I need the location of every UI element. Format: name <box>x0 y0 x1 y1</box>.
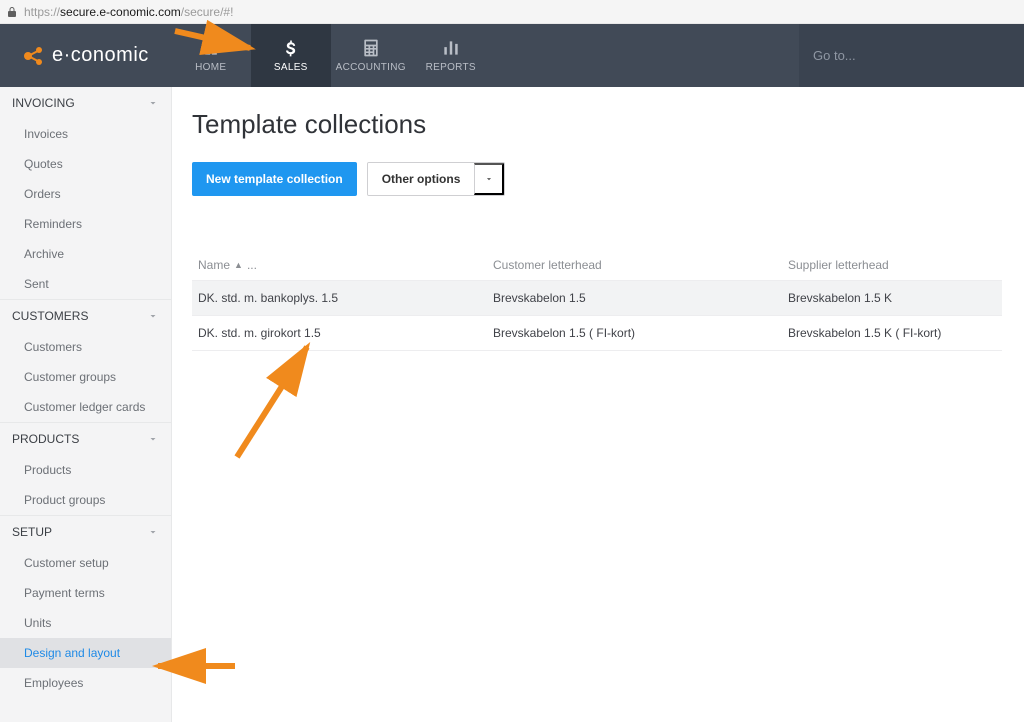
brand-mark-icon <box>22 44 46 68</box>
sidebar-group-invoicing[interactable]: INVOICING <box>0 87 171 119</box>
chevron-down-icon <box>147 310 159 322</box>
cell-customer-letterhead: Brevskabelon 1.5 <box>487 280 782 315</box>
sidebar-group-setup[interactable]: SETUP <box>0 516 171 548</box>
table-row[interactable]: DK. std. m. bankoplys. 1.5 Brevskabelon … <box>192 280 1002 315</box>
nav-label-reports: REPORTS <box>426 62 476 73</box>
chevron-down-icon <box>147 526 159 538</box>
search-input[interactable] <box>813 48 1024 63</box>
new-template-collection-button[interactable]: New template collection <box>192 162 357 196</box>
sidebar-item-quotes[interactable]: Quotes <box>0 149 171 179</box>
sidebar-item-sent[interactable]: Sent <box>0 269 171 299</box>
other-options-button[interactable]: Other options <box>368 163 475 195</box>
chevron-down-icon <box>484 172 494 187</box>
other-options-split-button: Other options <box>367 162 506 196</box>
nav-items: HOME SALES ACCOUNTING REPORTS <box>171 24 491 87</box>
column-header-customer-letterhead[interactable]: Customer letterhead <box>487 250 782 280</box>
sidebar-item-customers[interactable]: Customers <box>0 332 171 362</box>
sidebar-item-design-and-layout[interactable]: Design and layout <box>0 638 171 668</box>
sidebar-item-units[interactable]: Units <box>0 608 171 638</box>
cell-name: DK. std. m. girokort 1.5 <box>192 315 487 351</box>
global-search[interactable] <box>799 24 1024 87</box>
column-header-name[interactable]: Name ▲ ... <box>192 250 487 280</box>
page-title: Template collections <box>192 109 1002 140</box>
cell-supplier-letterhead: Brevskabelon 1.5 K ( FI-kort) <box>782 315 1002 351</box>
sidebar-group-title: PRODUCTS <box>12 432 79 446</box>
annotation-arrow-icon <box>232 337 322 472</box>
sidebar-item-products[interactable]: Products <box>0 455 171 485</box>
home-icon <box>201 38 221 58</box>
lock-icon <box>6 6 18 18</box>
nav-item-home[interactable]: HOME <box>171 24 251 87</box>
browser-url[interactable]: https://secure.e-conomic.com/secure/#! <box>24 5 233 19</box>
nav-item-accounting[interactable]: ACCOUNTING <box>331 24 411 87</box>
dollar-icon <box>281 38 301 58</box>
sidebar-item-archive[interactable]: Archive <box>0 239 171 269</box>
main-content: Template collections New template collec… <box>172 87 1024 722</box>
brand-name: e·conomic <box>52 44 149 67</box>
nav-item-sales[interactable]: SALES <box>251 24 331 87</box>
chevron-down-icon <box>147 97 159 109</box>
browser-address-bar: https://secure.e-conomic.com/secure/#! <box>0 0 1024 24</box>
nav-item-reports[interactable]: REPORTS <box>411 24 491 87</box>
sidebar-group-title: CUSTOMERS <box>12 309 88 323</box>
bars-icon <box>441 38 461 58</box>
toolbar: New template collection Other options <box>192 162 1002 196</box>
url-path: /secure/#! <box>181 5 234 19</box>
sidebar-item-employees[interactable]: Employees <box>0 668 171 698</box>
cell-supplier-letterhead: Brevskabelon 1.5 K <box>782 280 1002 315</box>
url-scheme: https:// <box>24 5 60 19</box>
nav-label-home: HOME <box>195 62 226 73</box>
chevron-down-icon <box>147 433 159 445</box>
calculator-icon <box>361 38 381 58</box>
sidebar-item-product-groups[interactable]: Product groups <box>0 485 171 515</box>
cell-name: DK. std. m. bankoplys. 1.5 <box>192 280 487 315</box>
top-nav: e·conomic HOME SALES ACCOUNTING REPORTS <box>0 24 1024 87</box>
sidebar-item-orders[interactable]: Orders <box>0 179 171 209</box>
template-collections-table: Name ▲ ... Customer letterhead Supplier … <box>192 250 1002 351</box>
sidebar-item-payment-terms[interactable]: Payment terms <box>0 578 171 608</box>
sidebar-group-title: INVOICING <box>12 96 75 110</box>
sidebar: INVOICING Invoices Quotes Orders Reminde… <box>0 87 172 722</box>
column-header-name-label: Name <box>198 258 230 272</box>
sidebar-item-invoices[interactable]: Invoices <box>0 119 171 149</box>
url-host: secure.e-conomic.com <box>60 5 181 19</box>
sidebar-group-title: SETUP <box>12 525 52 539</box>
brand-logo[interactable]: e·conomic <box>0 24 171 87</box>
other-options-caret-button[interactable] <box>474 163 504 195</box>
sidebar-item-reminders[interactable]: Reminders <box>0 209 171 239</box>
column-header-name-suffix: ... <box>247 258 257 272</box>
sidebar-group-products[interactable]: PRODUCTS <box>0 423 171 455</box>
sidebar-item-customer-ledger-cards[interactable]: Customer ledger cards <box>0 392 171 422</box>
sort-ascending-icon: ▲ <box>234 260 243 270</box>
nav-label-accounting: ACCOUNTING <box>336 62 406 73</box>
nav-label-sales: SALES <box>274 62 308 73</box>
sidebar-group-customers[interactable]: CUSTOMERS <box>0 300 171 332</box>
column-header-supplier-letterhead[interactable]: Supplier letterhead <box>782 250 1002 280</box>
sidebar-item-customer-groups[interactable]: Customer groups <box>0 362 171 392</box>
cell-customer-letterhead: Brevskabelon 1.5 ( FI-kort) <box>487 315 782 351</box>
table-row[interactable]: DK. std. m. girokort 1.5 Brevskabelon 1.… <box>192 315 1002 351</box>
sidebar-item-customer-setup[interactable]: Customer setup <box>0 548 171 578</box>
